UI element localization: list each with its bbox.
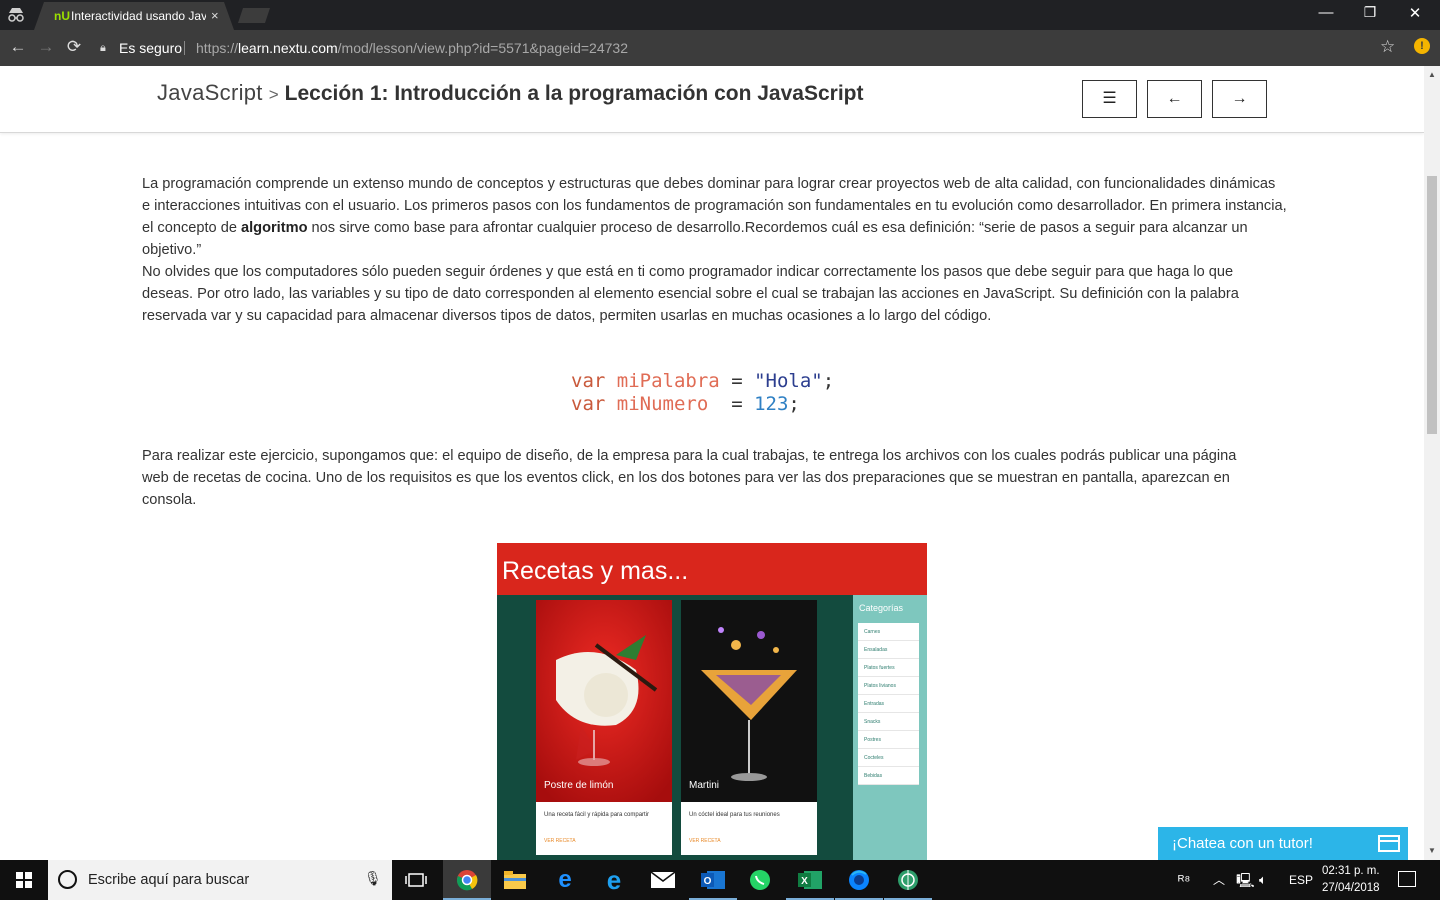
back-arrow-icon[interactable]: ← <box>8 37 28 57</box>
outlook-icon[interactable]: O <box>689 860 737 900</box>
url-field[interactable]: 🔒︎ Es seguro https://learn.nextu.com/mod… <box>92 35 1406 61</box>
category-item: Platos fuertes <box>858 659 919 677</box>
windows-start-icon[interactable] <box>16 872 32 888</box>
page-content: JavaScript > Lección 1: Introducción a la … <box>0 66 1424 860</box>
taskbar-search-box[interactable]: Escribe aquí para buscar 🎙︎ <box>48 860 392 900</box>
recipe-description: Una receta fácil y rápida para compartir <box>544 812 650 818</box>
svg-text:O: O <box>704 876 712 887</box>
reload-icon[interactable]: ⟳ <box>64 37 84 57</box>
clock-time: 02:31 p. m. <box>1322 865 1380 877</box>
page-title: Lección 1: Introducción a la programació… <box>284 82 864 105</box>
new-tab-button[interactable] <box>238 8 270 23</box>
page-scrollbar[interactable]: ▲ ▼ <box>1424 66 1440 860</box>
category-item: Ensaladas <box>858 641 919 659</box>
task-view-icon[interactable] <box>392 860 440 900</box>
category-item: Cocteles <box>858 749 919 767</box>
scrollbar-thumb[interactable] <box>1427 176 1437 434</box>
recipes-screenshot-image: Recetas y mas... Postre de limón Una rec… <box>497 543 927 860</box>
category-item: Snacks <box>858 713 919 731</box>
address-bar: ← → ⟳ 🔒︎ Es seguro https://learn.nextu.c… <box>0 30 1440 66</box>
extension-alert-icon[interactable]: ! <box>1414 38 1430 54</box>
windows-taskbar: Escribe aquí para buscar 🎙︎ e e O X ᴿ⁸ ︿… <box>0 860 1440 900</box>
view-recipe-link: VER RECETA <box>689 838 721 844</box>
martini-photo <box>681 600 817 802</box>
breadcrumb-course[interactable]: JavaScript <box>157 80 263 105</box>
breadcrumb-separator: > <box>268 85 279 104</box>
svg-text:X: X <box>801 876 808 887</box>
recipes-header: Recetas y mas... <box>497 543 927 595</box>
chat-window-icon <box>1378 835 1400 852</box>
firefox-icon[interactable] <box>835 860 883 900</box>
categories-list: Carnes Ensaladas Platos fuertes Platos l… <box>858 623 919 785</box>
chat-tutor-button[interactable]: ¡Chatea con un tutor! <box>1158 827 1408 860</box>
previous-page-button[interactable]: ← <box>1147 80 1202 118</box>
code-sample: var miPalabra = "Hola"; var miNumero = 1… <box>571 370 835 415</box>
taskbar-clock[interactable]: 02:31 p. m. 27/04/2018 <box>1322 863 1380 897</box>
tray-expand-icon[interactable]: ︿ <box>1213 860 1225 900</box>
view-recipe-link: VER RECETA <box>544 838 576 844</box>
url-text: https://learn.nextu.com/mod/lesson/view.… <box>196 40 628 56</box>
category-item: Postres <box>858 731 919 749</box>
action-center-icon[interactable] <box>1398 871 1416 887</box>
edge-browser-icon[interactable]: e <box>541 860 589 900</box>
category-item: Entradas <box>858 695 919 713</box>
next-page-button[interactable]: → <box>1212 80 1267 118</box>
taskbar-search-placeholder: Escribe aquí para buscar <box>88 872 250 888</box>
people-icon[interactable]: ᴿ⁸ <box>1178 860 1190 900</box>
clock-date: 27/04/2018 <box>1322 882 1380 894</box>
bookmark-star-icon[interactable]: ☆ <box>1380 37 1395 57</box>
network-icon[interactable]: 🖳︎ <box>1236 860 1255 900</box>
dessert-photo <box>536 600 672 802</box>
whatsapp-icon[interactable] <box>736 860 784 900</box>
lock-icon: 🔒︎ <box>100 42 106 54</box>
secure-label: Es seguro <box>119 40 183 56</box>
paragraph-intro: La programación comprende un extenso mun… <box>142 176 1287 258</box>
incognito-icon <box>6 6 26 24</box>
recipe-card-martini: Martini Un cóctel ideal para tus reunion… <box>681 600 817 855</box>
keyword-algoritmo: algoritmo <box>241 220 308 236</box>
close-window-button[interactable]: ✕ <box>1395 4 1435 22</box>
tab-title: Interactividad usando JavaScript <box>71 9 206 23</box>
chrome-taskbar-icon[interactable] <box>443 860 491 900</box>
minimize-button[interactable]: — <box>1306 4 1346 21</box>
tab-active[interactable]: nU Interactividad usando JavaScript × <box>34 2 234 30</box>
forward-arrow-icon[interactable]: → <box>36 37 56 57</box>
lesson-header: JavaScript > Lección 1: Introducción a la … <box>0 66 1424 133</box>
chat-label: ¡Chatea con un tutor! <box>1172 835 1313 852</box>
language-indicator[interactable]: ESP <box>1289 860 1313 900</box>
recipe-card-dessert: Postre de limón Una receta fácil y rápid… <box>536 600 672 855</box>
lesson-intro: La programación comprende un extenso mun… <box>142 173 1287 327</box>
microphone-icon[interactable]: 🎙︎ <box>364 870 382 887</box>
category-item: Platos livianos <box>858 677 919 695</box>
categories-title: Categorías <box>859 603 904 613</box>
omnibox-divider <box>184 41 185 55</box>
scroll-up-arrow-icon[interactable]: ▲ <box>1427 70 1437 79</box>
category-item: Carnes <box>858 623 919 641</box>
recipe-categories-sidebar: Categorías Carnes Ensaladas Platos fuert… <box>853 595 927 860</box>
excel-icon[interactable]: X <box>786 860 834 900</box>
nextu-favicon-icon: nU <box>54 9 70 23</box>
scroll-down-arrow-icon[interactable]: ▼ <box>1427 846 1437 855</box>
paragraph-exercise: Para realizar este ejercicio, supongamos… <box>142 448 1237 508</box>
file-explorer-icon[interactable] <box>491 860 539 900</box>
volume-icon[interactable]: 🔈︎ <box>1259 860 1267 900</box>
recipe-caption: Martini <box>689 780 720 791</box>
breadcrumb: JavaScript > Lección 1: Introducción a la … <box>157 80 863 106</box>
mail-icon[interactable] <box>639 860 687 900</box>
category-item: Bebidas <box>858 767 919 785</box>
lesson-menu-button[interactable]: ☰ <box>1082 80 1137 118</box>
network-app-icon[interactable] <box>884 860 932 900</box>
tab-close-icon[interactable]: × <box>211 2 219 30</box>
maximize-button[interactable]: ❐ <box>1350 4 1390 21</box>
paragraph-variables: No olvides que los computadores sólo pue… <box>142 264 1239 324</box>
recipe-description: Un cóctel ideal para tus reuniones <box>689 812 780 818</box>
recipe-caption: Postre de limón <box>544 780 614 791</box>
internet-explorer-icon[interactable]: e <box>590 860 638 900</box>
browser-tabbar: nU Interactividad usando JavaScript × — … <box>0 0 1440 30</box>
cortana-icon <box>58 870 77 889</box>
